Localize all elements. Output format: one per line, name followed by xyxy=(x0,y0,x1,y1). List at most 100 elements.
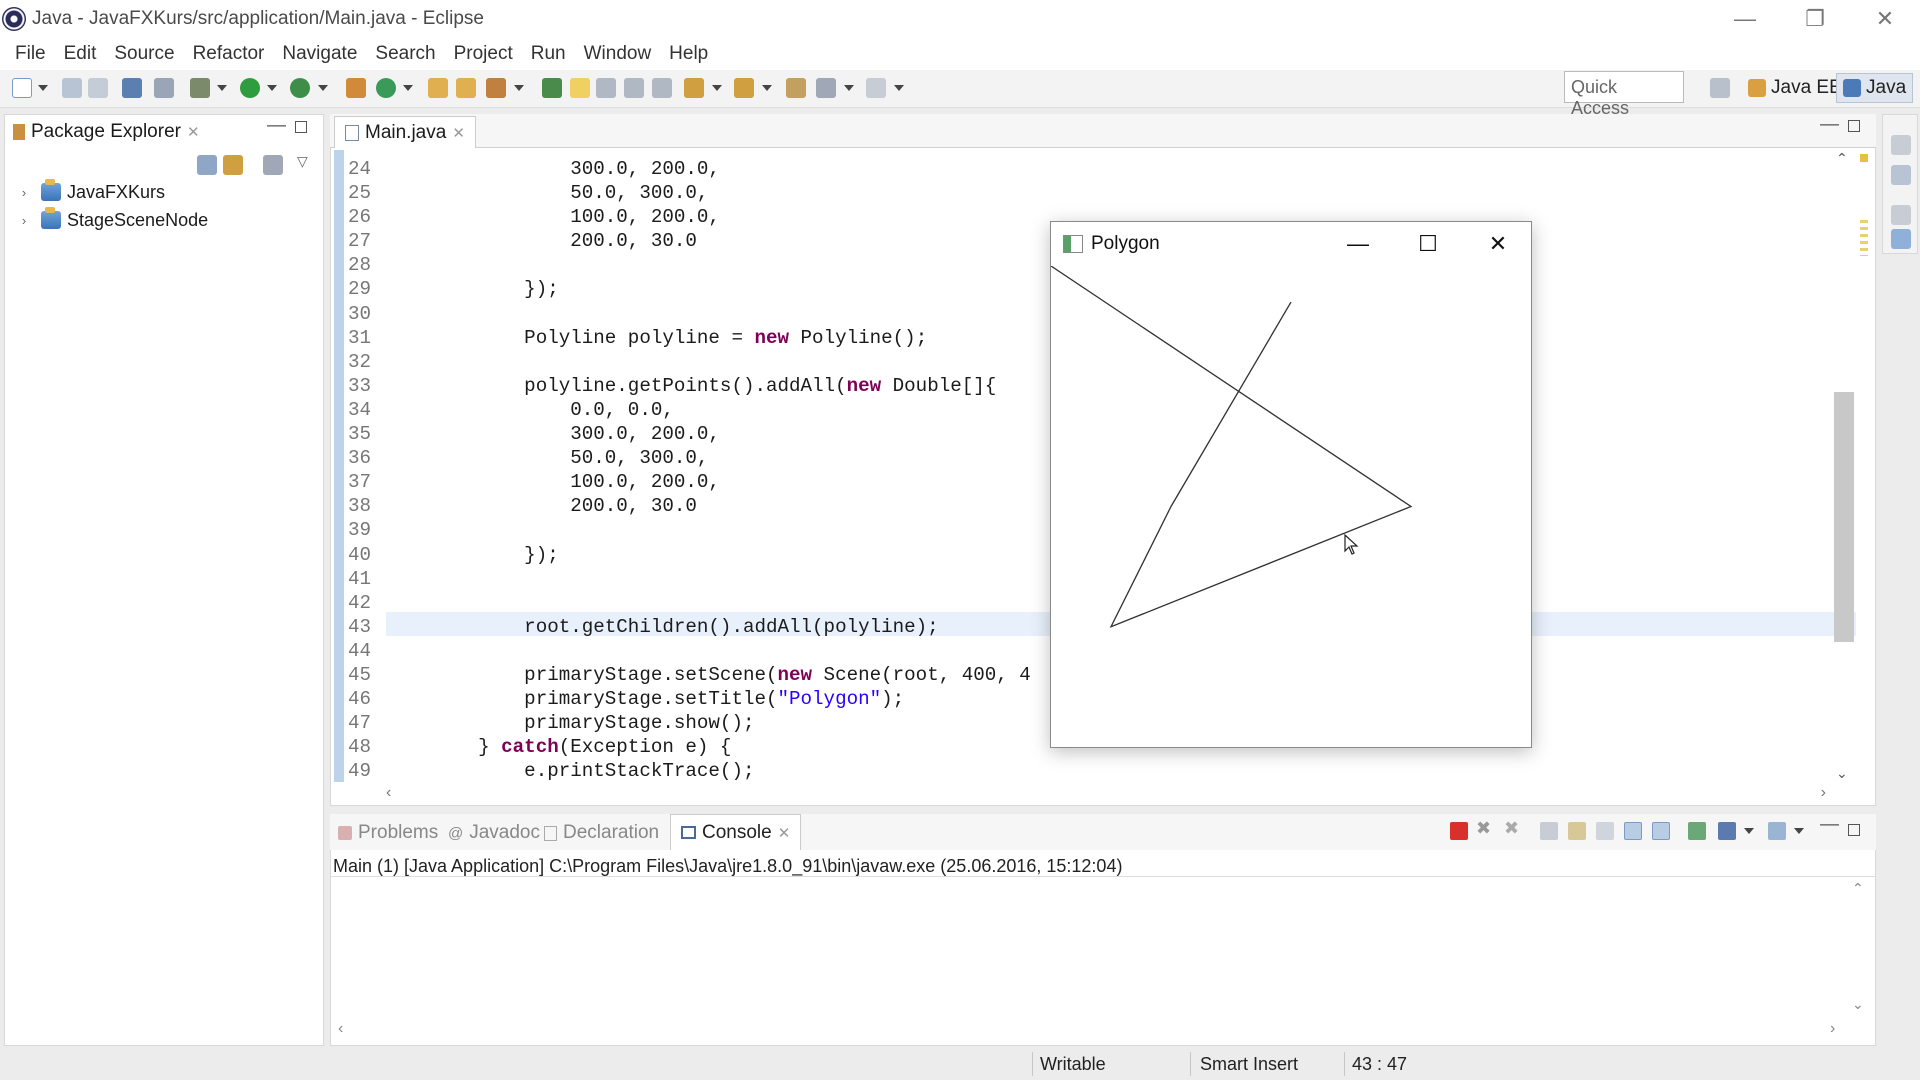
package-explorer-tab[interactable]: Package Explorer ✕ xyxy=(13,121,200,143)
menu-run[interactable]: Run xyxy=(522,43,575,65)
code-line[interactable]: 36 50.0, 300.0, xyxy=(348,446,1031,470)
open-perspective-icon[interactable] xyxy=(1710,78,1730,98)
task-list-icon[interactable] xyxy=(1891,165,1911,185)
forward-icon[interactable] xyxy=(866,78,886,98)
code-line[interactable]: 31 Polyline polyline = new Polyline(); xyxy=(348,326,1031,350)
link-with-editor-icon[interactable] xyxy=(223,155,243,175)
menu-navigate[interactable]: Navigate xyxy=(273,43,366,65)
new-java-class-icon[interactable] xyxy=(376,78,396,98)
pin-console-icon[interactable] xyxy=(1688,822,1706,840)
restore-outline-icon-2[interactable] xyxy=(1891,205,1911,225)
last-edit-icon[interactable] xyxy=(786,78,806,98)
code-line[interactable]: 24 300.0, 200.0, xyxy=(348,157,1031,181)
menu-file[interactable]: File xyxy=(6,43,55,65)
focus-on-active-task-icon[interactable] xyxy=(263,155,283,175)
open-console-dropdown-icon[interactable] xyxy=(1794,828,1804,834)
remove-launch-icon[interactable]: ✖ xyxy=(1476,818,1494,838)
code-line[interactable]: 45 primaryStage.setScene(new Scene(root,… xyxy=(348,663,1031,687)
search-icon[interactable] xyxy=(486,78,506,98)
code-line[interactable]: 49 e.printStackTrace(); xyxy=(348,759,1031,783)
code-line[interactable]: 38 200.0, 30.0 xyxy=(348,494,1031,518)
save-all-icon[interactable] xyxy=(88,78,108,98)
restore-outline-icon[interactable] xyxy=(1891,135,1911,155)
menu-window[interactable]: Window xyxy=(575,43,661,65)
open-console-icon[interactable] xyxy=(1768,822,1786,840)
remove-all-terminated-icon[interactable]: ✖ xyxy=(1504,818,1522,838)
polygon-maximize-button[interactable]: ☐ xyxy=(1393,222,1463,266)
code-line[interactable]: 27 200.0, 30.0 xyxy=(348,229,1031,253)
show-on-stderr-icon[interactable] xyxy=(1652,822,1670,840)
code-line[interactable]: 46 primaryStage.setTitle("Polygon"); xyxy=(348,687,1031,711)
minimize-editor-icon[interactable]: — xyxy=(1820,114,1839,136)
code-line[interactable]: 44 xyxy=(348,639,1031,663)
console-scroll-up-icon[interactable]: ⌃ xyxy=(1852,880,1864,897)
code-editor[interactable]: 24 300.0, 200.0, 25 50.0, 300.0, 26 100.0,… xyxy=(348,157,1031,783)
perspective-java-ee[interactable]: Java EE xyxy=(1742,73,1848,103)
debug-dropdown-icon[interactable] xyxy=(217,85,227,91)
minimize-button[interactable]: — xyxy=(1710,0,1780,38)
tree-item-javafxkurs[interactable]: › JavaFXKurs xyxy=(5,179,165,205)
code-line[interactable]: 25 50.0, 300.0, xyxy=(348,181,1031,205)
expand-arrow-icon[interactable]: › xyxy=(17,213,31,228)
maximize-editor-icon[interactable] xyxy=(1848,120,1860,132)
minimize-console-icon[interactable]: — xyxy=(1820,814,1839,836)
code-line[interactable]: 40 }); xyxy=(348,543,1031,567)
code-line[interactable]: 34 0.0, 0.0, xyxy=(348,398,1031,422)
new-java-package-icon[interactable] xyxy=(346,78,366,98)
code-line[interactable]: 43 root.getChildren().addAll(polyline); xyxy=(348,615,1031,639)
show-whitespace-icon[interactable] xyxy=(652,78,672,98)
maximize-view-icon[interactable] xyxy=(295,121,307,133)
open-task-icon[interactable] xyxy=(456,78,476,98)
back-dropdown-icon[interactable] xyxy=(844,85,854,91)
scroll-lock-icon[interactable] xyxy=(1568,822,1586,840)
next-annotation-icon[interactable] xyxy=(684,78,704,98)
scroll-right-icon[interactable]: › xyxy=(1821,784,1826,802)
close-tab-icon[interactable]: ✕ xyxy=(778,824,791,842)
save-icon[interactable] xyxy=(62,78,82,98)
terminate-icon[interactable] xyxy=(1450,822,1468,840)
console-scroll-left-icon[interactable]: ‹ xyxy=(338,1020,343,1038)
perspective-java[interactable]: Java xyxy=(1836,73,1914,103)
code-line[interactable]: 41 xyxy=(348,567,1031,591)
code-line[interactable]: 35 300.0, 200.0, xyxy=(348,422,1031,446)
menu-search[interactable]: Search xyxy=(366,43,444,65)
code-line[interactable]: 47 primaryStage.show(); xyxy=(348,711,1031,735)
polygon-window-titlebar[interactable]: Polygon — ☐ ✕ xyxy=(1051,222,1531,266)
previous-annotation-dropdown-icon[interactable] xyxy=(762,85,772,91)
skip-breakpoints-icon[interactable] xyxy=(154,78,174,98)
console-scroll-down-icon[interactable]: ⌄ xyxy=(1852,996,1864,1013)
restore-button[interactable]: ❐ xyxy=(1780,0,1850,38)
run-icon[interactable] xyxy=(240,78,260,98)
polygon-app-window[interactable]: Polygon — ☐ ✕ xyxy=(1050,221,1532,748)
menu-project[interactable]: Project xyxy=(445,43,522,65)
outline-icon[interactable] xyxy=(1891,229,1911,249)
show-on-stdout-icon[interactable] xyxy=(1624,822,1642,840)
code-line[interactable]: 33 polyline.getPoints().addAll(new Doubl… xyxy=(348,374,1031,398)
close-tab-icon[interactable]: ✕ xyxy=(187,123,200,141)
console-scroll-right-icon[interactable]: › xyxy=(1830,1020,1835,1038)
close-button[interactable]: ✕ xyxy=(1850,0,1920,38)
code-line[interactable]: 42 xyxy=(348,591,1031,615)
quick-access-input[interactable]: Quick Access xyxy=(1564,71,1684,118)
code-line[interactable]: 30 xyxy=(348,302,1031,326)
new-dropdown-icon[interactable] xyxy=(38,85,48,91)
terminal-icon[interactable] xyxy=(122,78,142,98)
menu-edit[interactable]: Edit xyxy=(55,43,106,65)
tree-item-stagescenenode[interactable]: › StageSceneNode xyxy=(5,207,208,233)
tab-declaration[interactable]: Declaration xyxy=(544,822,659,844)
warning-marker-icon[interactable] xyxy=(1860,154,1868,162)
editor-tab-main-java[interactable]: Main.java ✕ xyxy=(334,116,476,148)
annotation-icon[interactable] xyxy=(542,78,562,98)
search-dropdown-icon[interactable] xyxy=(514,85,524,91)
scroll-left-icon[interactable]: ‹ xyxy=(386,784,391,802)
maximize-console-icon[interactable] xyxy=(1848,824,1860,836)
display-console-dropdown-icon[interactable] xyxy=(1744,828,1754,834)
minimize-view-icon[interactable]: — xyxy=(267,115,286,137)
tab-console[interactable]: Console ✕ xyxy=(670,814,802,850)
scroll-down-icon[interactable]: ⌄ xyxy=(1836,765,1848,782)
editor-horizontal-scrollbar[interactable]: ‹ › xyxy=(386,784,1826,802)
close-tab-icon[interactable]: ✕ xyxy=(452,124,465,142)
word-wrap-console-icon[interactable] xyxy=(1596,822,1614,840)
debug-icon[interactable] xyxy=(190,78,210,98)
word-wrap-icon[interactable] xyxy=(624,78,644,98)
